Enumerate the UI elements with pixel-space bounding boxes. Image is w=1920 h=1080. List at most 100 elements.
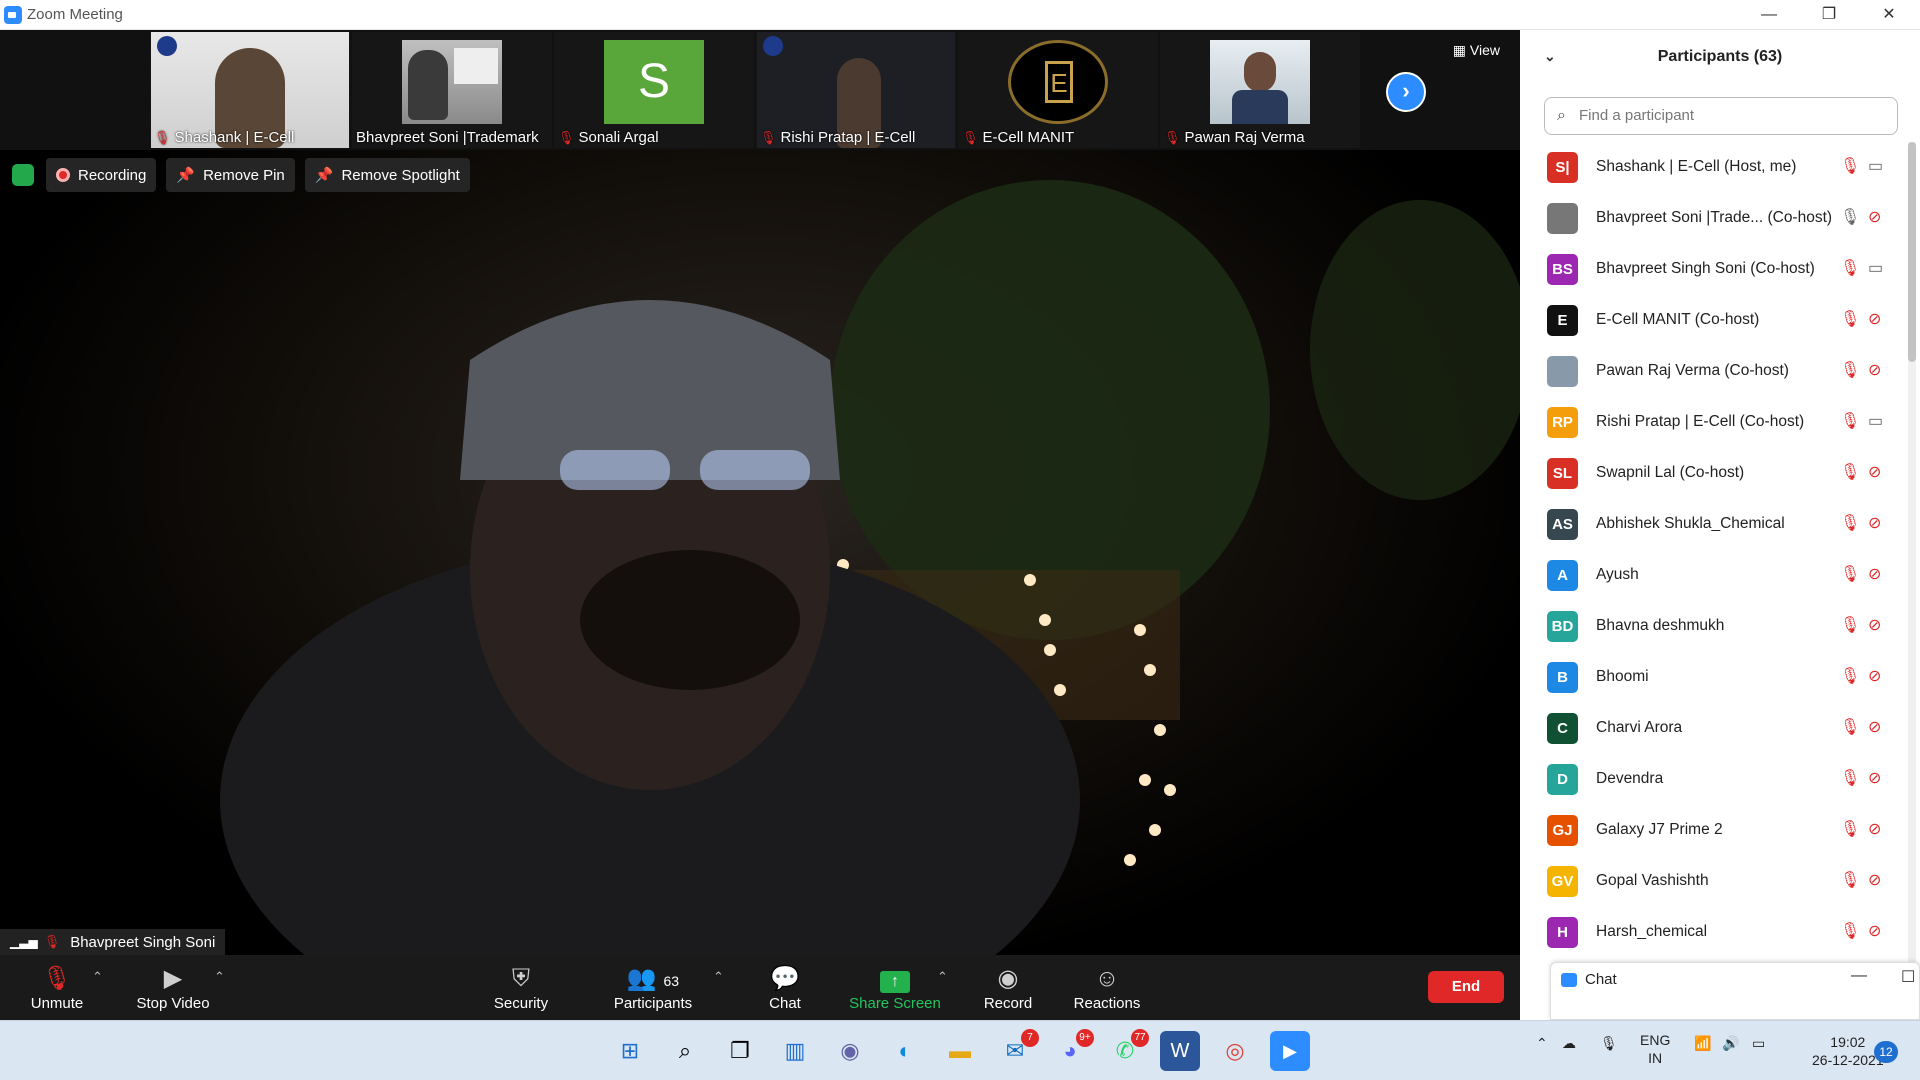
- video-tile[interactable]: 🎙 Shashank | E-Cell: [150, 32, 350, 148]
- whatsapp-icon[interactable]: ✆ 77: [1105, 1029, 1149, 1071]
- video-off-icon[interactable]: ⊘: [1868, 462, 1881, 482]
- mic-muted-icon[interactable]: 🎙: [1840, 156, 1860, 176]
- video-off-icon[interactable]: ⊘: [1868, 870, 1881, 890]
- mic-muted-icon[interactable]: 🎙: [1840, 564, 1860, 584]
- mic-muted-icon[interactable]: 🎙: [1840, 717, 1860, 737]
- mic-muted-icon[interactable]: 🎙: [1840, 513, 1860, 533]
- teams-chat-icon[interactable]: ◉: [830, 1031, 870, 1071]
- language-indicator[interactable]: ENG IN: [1640, 1031, 1670, 1067]
- mic-muted-icon[interactable]: 🎙: [1840, 411, 1860, 431]
- video-camera-icon[interactable]: ▭: [1868, 156, 1883, 176]
- participant-row[interactable]: SL Swapnil Lal (Co-host) 🎙 ⊘: [1520, 448, 1900, 499]
- unmute-button[interactable]: 🎙 Unmute: [2, 955, 112, 1020]
- participant-row[interactable]: H Harsh_chemical 🎙 ⊘: [1520, 907, 1900, 958]
- video-options-caret[interactable]: ⌃: [214, 969, 225, 985]
- video-off-icon[interactable]: ⊘: [1868, 564, 1881, 584]
- word-icon[interactable]: W: [1160, 1031, 1200, 1071]
- audio-options-caret[interactable]: ⌃: [92, 969, 103, 985]
- remove-pin-button[interactable]: 📌 Remove Pin: [166, 158, 295, 192]
- widgets-icon[interactable]: ▥: [775, 1031, 815, 1071]
- recording-indicator[interactable]: Recording: [46, 158, 157, 192]
- next-page-button[interactable]: ›: [1386, 72, 1426, 112]
- stop-video-button[interactable]: ▶ Stop Video: [118, 955, 228, 1020]
- video-off-icon[interactable]: ⊘: [1868, 921, 1881, 941]
- minimize-button[interactable]: —: [1746, 2, 1792, 28]
- file-explorer-icon[interactable]: ▬: [940, 1031, 980, 1071]
- participant-row[interactable]: B Bhoomi 🎙 ⊘: [1520, 652, 1900, 703]
- chat-panel-header[interactable]: Chat — ☐: [1550, 962, 1920, 1020]
- mic-muted-icon[interactable]: 🎙: [1840, 615, 1860, 635]
- mail-icon[interactable]: ✉ 7: [995, 1029, 1039, 1071]
- mic-muted-icon[interactable]: 🎙: [1840, 768, 1860, 788]
- mic-muted-icon[interactable]: 🎙: [1840, 921, 1860, 941]
- reactions-button[interactable]: ☺ Reactions: [1052, 955, 1162, 1020]
- notification-count-badge[interactable]: 12: [1874, 1041, 1898, 1063]
- video-off-icon[interactable]: ⊘: [1868, 768, 1881, 788]
- participant-row[interactable]: A Ayush 🎙 ⊘: [1520, 550, 1900, 601]
- participant-row[interactable]: BD Bhavna deshmukh 🎙 ⊘: [1520, 601, 1900, 652]
- encryption-status[interactable]: [10, 158, 36, 192]
- volume-icon[interactable]: 🔊: [1722, 1035, 1739, 1052]
- record-button[interactable]: ◉ Record: [953, 955, 1063, 1020]
- participant-row[interactable]: RP Rishi Pratap | E-Cell (Co-host) 🎙 ▭: [1520, 397, 1900, 448]
- video-off-icon[interactable]: ⊘: [1868, 666, 1881, 686]
- scrollbar-thumb[interactable]: [1908, 142, 1916, 362]
- mic-muted-icon[interactable]: 🎙: [1840, 360, 1860, 380]
- zoom-app-icon[interactable]: ▶: [1270, 1031, 1310, 1071]
- show-hidden-icons[interactable]: ⌃: [1536, 1035, 1548, 1052]
- video-tile[interactable]: 🎙 Rishi Pratap | E-Cell: [756, 32, 956, 148]
- participant-row[interactable]: E E-Cell MANIT (Co-host) 🎙 ⊘: [1520, 295, 1900, 346]
- mic-muted-icon[interactable]: 🎙: [1840, 258, 1860, 278]
- video-tile[interactable]: E 🎙 E-Cell MANIT: [958, 32, 1158, 148]
- mic-muted-icon[interactable]: 🎙: [1840, 309, 1860, 329]
- popout-chat-icon[interactable]: ☐: [1901, 967, 1915, 987]
- windows-start-icon[interactable]: ⊞: [610, 1031, 650, 1071]
- participants-options-caret[interactable]: ⌃: [713, 969, 724, 985]
- chat-button[interactable]: 💬 Chat: [730, 955, 840, 1020]
- end-meeting-button[interactable]: End: [1428, 971, 1504, 1003]
- participant-row[interactable]: C Charvi Arora 🎙 ⊘: [1520, 703, 1900, 754]
- task-view-icon[interactable]: ❐: [720, 1031, 760, 1071]
- video-off-icon[interactable]: ⊘: [1868, 513, 1881, 533]
- video-tile[interactable]: Bhavpreet Soni |Trademark: [352, 32, 552, 148]
- video-off-icon[interactable]: ⊘: [1868, 615, 1881, 635]
- video-tile[interactable]: S 🎙 Sonali Argal: [554, 32, 754, 148]
- mic-muted-icon[interactable]: 🎙: [1840, 870, 1860, 890]
- participant-row[interactable]: GJ Galaxy J7 Prime 2 🎙 ⊘: [1520, 805, 1900, 856]
- participant-search-input[interactable]: ⌕ Find a participant: [1544, 97, 1898, 135]
- video-off-icon[interactable]: ⊘: [1868, 207, 1881, 227]
- participant-row[interactable]: Pawan Raj Verma (Co-host) 🎙 ⊘: [1520, 346, 1900, 397]
- participant-row[interactable]: AS Abhishek Shukla_Chemical 🎙 ⊘: [1520, 499, 1900, 550]
- mic-muted-icon[interactable]: 🎙: [1840, 666, 1860, 686]
- mic-icon[interactable]: 🎙: [1840, 207, 1860, 227]
- wifi-icon[interactable]: 📶: [1694, 1035, 1711, 1052]
- participants-button[interactable]: 👥 63 Participants: [598, 955, 708, 1020]
- share-options-caret[interactable]: ⌃: [937, 969, 948, 985]
- video-camera-icon[interactable]: ▭: [1868, 258, 1883, 278]
- video-off-icon[interactable]: ⊘: [1868, 717, 1881, 737]
- participant-row[interactable]: BS Bhavpreet Singh Soni (Co-host) 🎙 ▭: [1520, 244, 1900, 295]
- mic-muted-icon[interactable]: 🎙: [1840, 819, 1860, 839]
- video-off-icon[interactable]: ⊘: [1868, 360, 1881, 380]
- chrome-icon[interactable]: ◎: [1215, 1031, 1255, 1071]
- microphone-icon[interactable]: 🎙: [1600, 1035, 1618, 1052]
- participant-row[interactable]: S| Shashank | E-Cell (Host, me) 🎙 ▭: [1520, 142, 1900, 193]
- search-icon[interactable]: ⌕: [665, 1031, 705, 1071]
- participant-row[interactable]: Bhavpreet Soni |Trade... (Co-host) 🎙 ⊘: [1520, 193, 1900, 244]
- video-tile[interactable]: 🎙 Pawan Raj Verma: [1160, 32, 1360, 148]
- edge-browser-icon[interactable]: ◐: [885, 1031, 925, 1071]
- video-off-icon[interactable]: ⊘: [1868, 819, 1881, 839]
- minimize-chat-icon[interactable]: —: [1851, 967, 1867, 985]
- view-button[interactable]: ▦ View: [1453, 42, 1500, 59]
- share-screen-button[interactable]: ↑ Share Screen: [840, 955, 950, 1020]
- mic-muted-icon[interactable]: 🎙: [1840, 462, 1860, 482]
- close-button[interactable]: ✕: [1866, 2, 1912, 28]
- restore-button[interactable]: ❐: [1806, 2, 1852, 28]
- battery-icon[interactable]: ▭: [1752, 1035, 1765, 1052]
- video-camera-icon[interactable]: ▭: [1868, 411, 1883, 431]
- security-button[interactable]: ⛨ Security: [466, 955, 576, 1020]
- remove-spotlight-button[interactable]: 📌 Remove Spotlight: [304, 158, 470, 192]
- system-clock[interactable]: 19:02 26-12-2021: [1812, 1033, 1884, 1069]
- participant-row[interactable]: D Devendra 🎙 ⊘: [1520, 754, 1900, 805]
- cloud-sync-icon[interactable]: ☁: [1562, 1035, 1576, 1052]
